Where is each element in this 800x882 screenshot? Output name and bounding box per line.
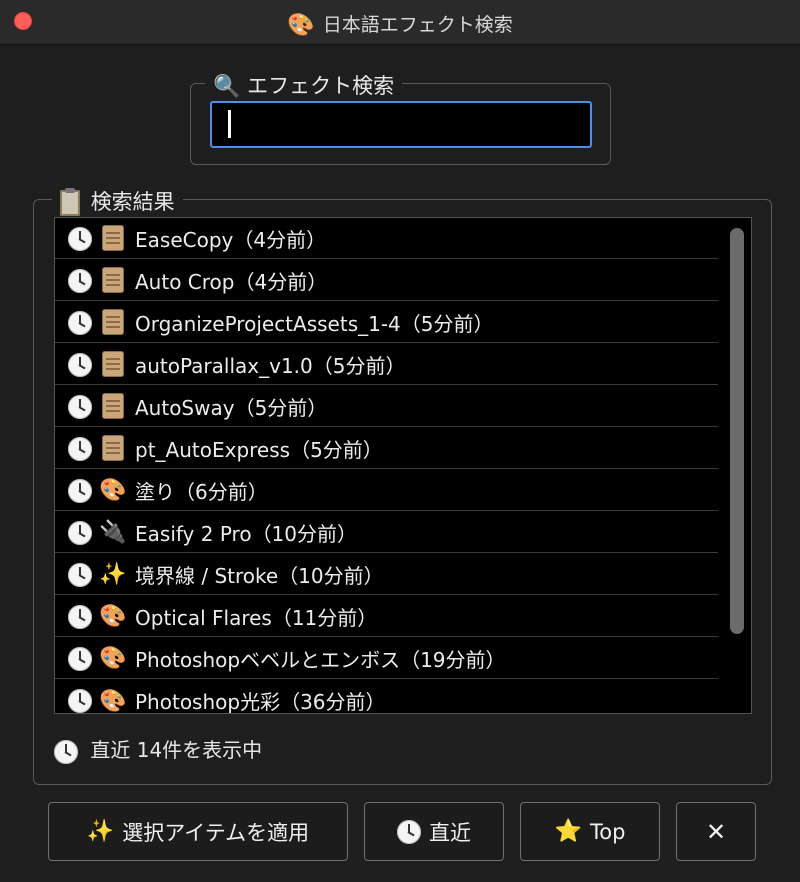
results-group: 検索結果 EaseCopy（4分前） Auto Crop（4分前） Organi… [33, 186, 772, 785]
list-item-label: EaseCopy（4分前） [135, 227, 327, 252]
app-window: 🎨 日本語エフェクト検索 🔍 エフェクト検索 検索結果 EaseCopy（4分前）… [0, 0, 800, 882]
list-item[interactable]: Auto Crop（4分前） [55, 260, 718, 301]
search-group: 🔍 エフェクト検索 [190, 70, 611, 165]
sparkles-icon: ✨ [99, 562, 127, 587]
clock-icon [68, 310, 92, 335]
list-item-label: Auto Crop（4分前） [135, 269, 328, 294]
recent-button[interactable]: 直近 [364, 802, 504, 861]
list-item-label: AutoSway（5分前） [135, 395, 328, 420]
list-item[interactable]: 🎨 Photoshop光彩（36分前） [55, 680, 718, 714]
list-item[interactable]: 🔌 Easify 2 Pro（10分前） [55, 512, 718, 553]
list-item-label: Optical Flares（11分前） [135, 605, 378, 630]
clock-icon [397, 819, 421, 844]
list-item[interactable]: ✨ 境界線 / Stroke（10分前） [55, 554, 718, 595]
results-legend-text: 検索結果 [90, 190, 175, 214]
list-item-label: Photoshopベベルとエンボス（19分前） [135, 647, 506, 672]
list-item[interactable]: OrganizeProjectAssets_1-4（5分前） [55, 302, 718, 343]
title-bar: 🎨 日本語エフェクト検索 [0, 0, 800, 45]
palette-icon: 🎨 [287, 13, 315, 38]
apply-selected-button[interactable]: ✨ 選択アイテムを適用 [48, 802, 348, 861]
clock-icon [68, 646, 92, 671]
status-text: 直近 14件を表示中 [54, 734, 262, 764]
status-label: 直近 14件を表示中 [90, 738, 263, 762]
clock-icon [68, 436, 92, 461]
scroll-icon [102, 309, 124, 336]
search-legend-text: エフェクト検索 [247, 74, 395, 98]
palette-icon: 🎨 [99, 604, 127, 629]
scroll-icon [102, 267, 124, 294]
clock-icon [54, 739, 78, 764]
clock-icon [68, 352, 92, 377]
plug-icon: 🔌 [99, 520, 127, 545]
scroll-icon [102, 393, 124, 420]
clock-icon [68, 268, 92, 293]
scroll-icon [102, 351, 124, 378]
palette-icon: 🎨 [99, 646, 127, 671]
list-item[interactable]: 🎨 Photoshopベベルとエンボス（19分前） [55, 638, 718, 679]
top-button-label: Top [589, 819, 626, 844]
scroll-icon [102, 225, 124, 252]
list-item[interactable]: AutoSway（5分前） [55, 386, 718, 427]
clock-icon [68, 394, 92, 419]
star-icon: ⭐ [554, 819, 582, 844]
search-legend: 🔍 エフェクト検索 [205, 70, 403, 100]
palette-icon: 🎨 [99, 688, 127, 714]
list-item-label: OrganizeProjectAssets_1-4（5分前） [135, 311, 494, 336]
top-button[interactable]: ⭐ Top [520, 802, 660, 861]
results-list[interactable]: EaseCopy（4分前） Auto Crop（4分前） OrganizePro… [54, 217, 752, 714]
list-item-label: Photoshop光彩（36分前） [135, 690, 386, 714]
recent-button-label: 直近 [429, 820, 471, 845]
window-title: 🎨 日本語エフェクト検索 [0, 10, 800, 38]
clock-icon [68, 478, 92, 503]
clock-icon [68, 604, 92, 629]
palette-icon: 🎨 [99, 478, 127, 503]
results-legend: 検索結果 [52, 186, 183, 216]
clock-icon [68, 562, 92, 587]
sparkles-icon: ✨ [86, 819, 115, 844]
list-item[interactable]: pt_AutoExpress（5分前） [55, 428, 718, 469]
clock-icon [68, 689, 92, 713]
window-title-text: 日本語エフェクト検索 [322, 14, 513, 36]
list-item-label: 境界線 / Stroke（10分前） [135, 563, 384, 588]
scroll-icon [102, 435, 124, 462]
list-item[interactable]: autoParallax_v1.0（5分前） [55, 344, 718, 385]
magnifier-icon: 🔍 [213, 74, 241, 100]
clock-icon [68, 226, 92, 251]
search-input[interactable] [210, 101, 592, 148]
results-scrollbar[interactable] [730, 228, 744, 634]
close-button[interactable]: ✕ [676, 802, 756, 861]
list-item-label: autoParallax_v1.0（5分前） [135, 353, 406, 378]
list-item-label: 塗り（6分前） [135, 479, 268, 504]
text-caret [228, 110, 231, 138]
close-icon: ✕ [705, 817, 727, 846]
apply-button-label: 選択アイテムを適用 [122, 820, 310, 845]
clipboard-icon [60, 188, 80, 216]
list-item[interactable]: EaseCopy（4分前） [55, 218, 718, 259]
list-item[interactable]: 🎨 Optical Flares（11分前） [55, 596, 718, 637]
list-item-label: Easify 2 Pro（10分前） [135, 521, 358, 546]
list-item[interactable]: 🎨 塗り（6分前） [55, 470, 718, 511]
clock-icon [68, 520, 92, 545]
list-item-label: pt_AutoExpress（5分前） [135, 437, 383, 462]
